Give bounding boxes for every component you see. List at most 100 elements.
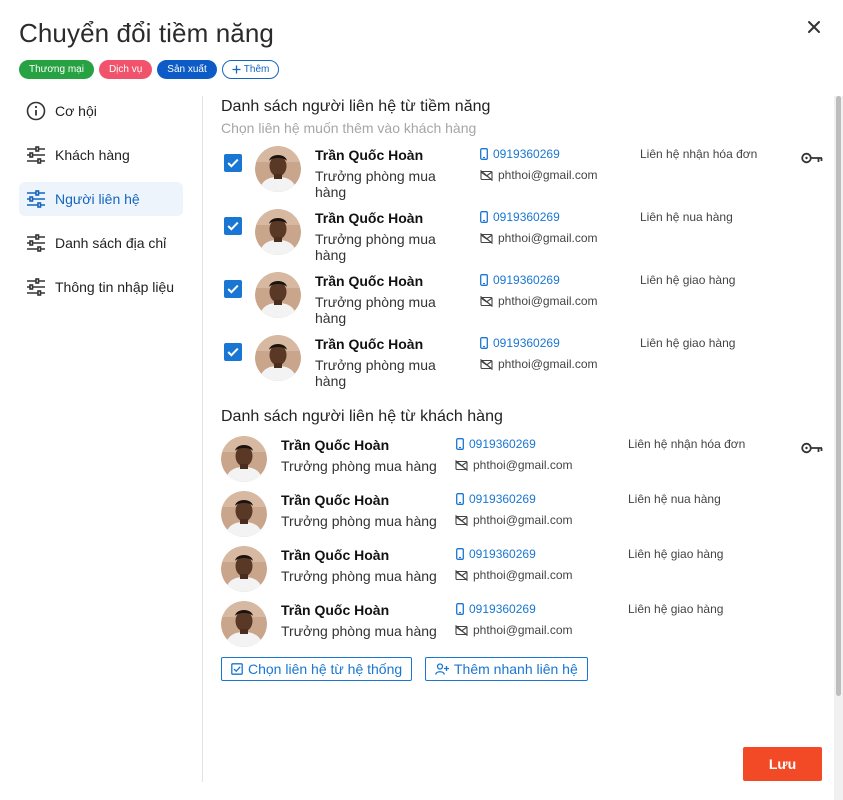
email-off-icon	[480, 295, 493, 307]
email-off-icon	[455, 459, 468, 471]
contact-type: Liên hệ nua hàng	[640, 210, 733, 224]
checkbox-icon	[231, 663, 243, 675]
avatar	[221, 546, 267, 592]
info-icon	[26, 101, 46, 121]
contact-row[interactable]: Trần Quốc Hoàn Trưởng phòng mua hàng 09193…	[0, 146, 834, 206]
contact-type: Liên hệ nhận hóa đơn	[628, 437, 746, 451]
key-icon	[801, 441, 823, 454]
contact-row[interactable]: Trần Quốc Hoàn Trưởng phòng mua hàng 09193…	[0, 209, 834, 269]
lead-contacts-subtitle: Chọn liên hệ muốn thêm vào khách hàng	[221, 120, 477, 136]
scrollbar-thumb[interactable]	[836, 96, 841, 696]
email-off-icon	[480, 169, 493, 181]
contact-email[interactable]: phthoi@gmail.com	[455, 513, 573, 527]
contact-phone[interactable]: 0919360269	[456, 602, 536, 616]
add-tag-button[interactable]: Thêm	[221, 60, 280, 79]
contact-name: Trần Quốc Hoàn	[315, 336, 424, 352]
contact-type: Liên hệ nhận hóa đơn	[640, 147, 758, 161]
phone-number: 0919360269	[469, 492, 536, 506]
avatar	[255, 209, 301, 255]
contact-role: Trưởng phòng mua hàng	[281, 513, 437, 529]
select-from-system-label: Chọn liên hệ từ hệ thống	[248, 661, 403, 677]
contact-phone[interactable]: 0919360269	[480, 273, 560, 287]
phone-icon	[456, 548, 464, 560]
key-icon	[801, 151, 823, 164]
contact-email[interactable]: phthoi@gmail.com	[455, 568, 573, 582]
phone-icon	[456, 603, 464, 615]
avatar	[221, 601, 267, 647]
contact-checkbox[interactable]	[224, 154, 242, 172]
avatar	[255, 335, 301, 381]
phone-number: 0919360269	[493, 210, 560, 224]
email-address: phthoi@gmail.com	[473, 623, 573, 637]
email-address: phthoi@gmail.com	[498, 294, 598, 308]
phone-icon	[456, 438, 464, 450]
contact-phone[interactable]: 0919360269	[480, 336, 560, 350]
contact-email[interactable]: phthoi@gmail.com	[455, 458, 573, 472]
contact-row[interactable]: Trần Quốc Hoàn Trưởng phòng mua hàng 09193…	[0, 272, 834, 332]
email-address: phthoi@gmail.com	[498, 231, 598, 245]
email-off-icon	[480, 232, 493, 244]
select-from-system-button[interactable]: Chọn liên hệ từ hệ thống	[221, 657, 413, 681]
check-icon	[227, 221, 239, 231]
contact-phone[interactable]: 0919360269	[480, 210, 560, 224]
contact-email[interactable]: phthoi@gmail.com	[480, 357, 598, 371]
contact-type: Liên hệ giao hàng	[640, 273, 736, 287]
avatar	[221, 436, 267, 482]
contact-phone[interactable]: 0919360269	[456, 492, 536, 506]
email-address: phthoi@gmail.com	[473, 458, 573, 472]
sidebar-item-label: Cơ hội	[55, 103, 97, 119]
phone-icon	[480, 211, 488, 223]
phone-icon	[480, 274, 488, 286]
dialog-title: Chuyển đổi tiềm năng	[19, 18, 274, 48]
contact-phone[interactable]: 0919360269	[480, 147, 560, 161]
sidebar-item-co-hoi[interactable]: Cơ hội	[19, 94, 183, 128]
check-icon	[227, 347, 239, 357]
contact-name: Trần Quốc Hoàn	[281, 437, 390, 453]
contact-role: Trưởng phòng mua hàng	[315, 168, 436, 200]
lead-contacts-title: Danh sách người liên hệ từ tiềm năng	[221, 98, 491, 115]
contact-email[interactable]: phthoi@gmail.com	[455, 623, 573, 637]
contact-row[interactable]: Trần Quốc Hoàn Trưởng phòng mua hàng 09193…	[0, 601, 834, 661]
contact-phone[interactable]: 0919360269	[456, 547, 536, 561]
tag-dich-vu[interactable]: Dịch vụ	[98, 60, 153, 79]
contact-email[interactable]: phthoi@gmail.com	[480, 168, 598, 182]
contact-checkbox[interactable]	[224, 280, 242, 298]
phone-number: 0919360269	[493, 336, 560, 350]
contact-row[interactable]: Trần Quốc Hoàn Trưởng phòng mua hàng 09193…	[0, 436, 834, 496]
contact-name: Trần Quốc Hoàn	[281, 547, 390, 563]
contact-email[interactable]: phthoi@gmail.com	[480, 231, 598, 245]
phone-number: 0919360269	[469, 437, 536, 451]
contact-name: Trần Quốc Hoàn	[315, 273, 424, 289]
contact-type: Liên hệ giao hàng	[640, 336, 736, 350]
contact-row[interactable]: Trần Quốc Hoàn Trưởng phòng mua hàng 09193…	[0, 335, 834, 395]
avatar	[255, 272, 301, 318]
contact-checkbox[interactable]	[224, 217, 242, 235]
close-icon[interactable]	[804, 17, 824, 37]
quick-add-contact-button[interactable]: Thêm nhanh liên hệ	[425, 657, 588, 681]
check-icon	[227, 284, 239, 294]
avatar	[221, 491, 267, 537]
contact-row[interactable]: Trần Quốc Hoàn Trưởng phòng mua hàng 09193…	[0, 546, 834, 606]
contact-role: Trưởng phòng mua hàng	[281, 568, 437, 584]
contact-phone[interactable]: 0919360269	[456, 437, 536, 451]
add-user-icon	[435, 663, 449, 675]
contact-email[interactable]: phthoi@gmail.com	[480, 294, 598, 308]
save-button[interactable]: Lưu	[743, 747, 822, 781]
contact-checkbox[interactable]	[224, 343, 242, 361]
email-off-icon	[480, 358, 493, 370]
contact-name: Trần Quốc Hoàn	[281, 492, 390, 508]
contact-type: Liên hệ giao hàng	[628, 547, 724, 561]
phone-icon	[480, 148, 488, 160]
contact-role: Trưởng phòng mua hàng	[315, 231, 436, 263]
contact-row[interactable]: Trần Quốc Hoàn Trưởng phòng mua hàng 09193…	[0, 491, 834, 551]
tag-san-xuat[interactable]: Sản xuất	[157, 60, 217, 79]
customer-contacts-title: Danh sách người liên hệ từ khách hàng	[221, 408, 503, 425]
tag-thuong-mai[interactable]: Thương mại	[19, 60, 94, 79]
phone-number: 0919360269	[493, 147, 560, 161]
contact-role: Trưởng phòng mua hàng	[315, 357, 436, 389]
tag-list: Thương mại Dịch vụ Sản xuất Thêm	[19, 60, 280, 79]
email-address: phthoi@gmail.com	[498, 168, 598, 182]
phone-icon	[456, 493, 464, 505]
plus-icon	[232, 65, 241, 74]
contact-type: Liên hệ nua hàng	[628, 492, 721, 506]
